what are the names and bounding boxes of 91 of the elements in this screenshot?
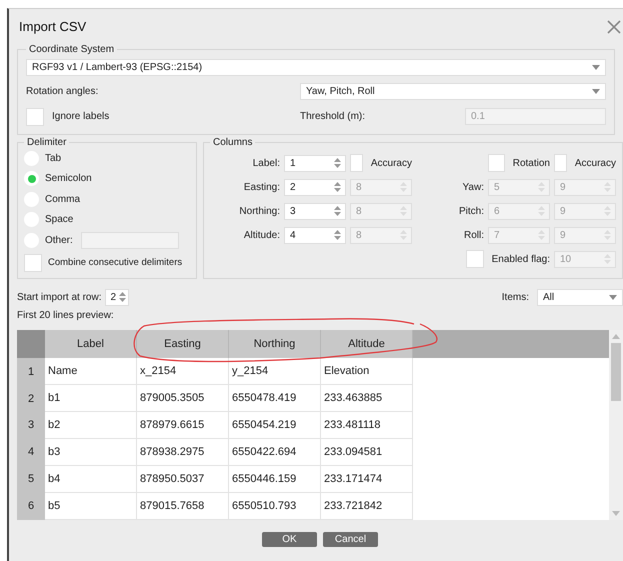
rotation-field-label: Roll: (462, 230, 484, 240)
table-cell: Name (45, 358, 137, 386)
table-cell: 233.721842 (321, 492, 413, 520)
rotation-angles-dropdown[interactable]: Yaw, Pitch, Roll (300, 83, 606, 100)
table-cell: 878979.6615 (137, 412, 229, 439)
table-cell: 879015.7658 (137, 492, 229, 520)
column-spinbox[interactable]: 1 (284, 154, 346, 172)
dialog-button[interactable]: OK (262, 532, 317, 546)
table-cell: b1 (45, 385, 137, 412)
accuracy-label: Accuracy (370, 158, 412, 168)
scroll-up-icon[interactable] (612, 334, 620, 338)
spinner-arrows-icon[interactable] (334, 206, 341, 216)
caret-icon (592, 89, 600, 94)
column-header[interactable]: Altitude (321, 330, 413, 358)
radio-label: Tab (45, 152, 62, 164)
table-cell: b2 (45, 412, 137, 439)
spinner-arrows-icon[interactable] (334, 158, 341, 168)
table-cell: Elevation (321, 358, 413, 386)
table-cell: 233.463885 (321, 385, 413, 412)
ignore-labels-checkbox[interactable] (26, 108, 44, 126)
close-icon[interactable] (607, 20, 621, 34)
column-header[interactable]: Northing (229, 330, 321, 358)
row-number: 3 (17, 412, 45, 439)
table-cell: b3 (45, 438, 137, 466)
combine-label: Combine consecutive delimiters (48, 257, 182, 268)
start-row-spinbox[interactable]: 2 (105, 288, 130, 306)
table-cell: b5 (45, 492, 137, 520)
rotation-angles-label: Rotation angles: (26, 86, 98, 97)
table-corner (17, 330, 45, 358)
items-dropdown[interactable]: All (537, 288, 623, 306)
column-label: Label: (252, 158, 280, 168)
table-cell: 6550478.419 (229, 385, 321, 412)
radio-label: Semicolon (45, 173, 92, 184)
accuracy-checkbox[interactable] (350, 154, 363, 172)
spinner-arrows-icon[interactable] (334, 182, 341, 192)
dialog-button[interactable]: Cancel (323, 532, 378, 546)
caret-icon (592, 65, 600, 70)
row-number: 5 (17, 466, 45, 493)
group-title: Delimiter (26, 137, 68, 148)
spinner-arrows-icon[interactable] (334, 230, 341, 240)
items-label: Items: (502, 292, 529, 302)
table-cell: 233.094581 (321, 438, 413, 466)
group-title: Columns (212, 137, 254, 148)
group-title: Coordinate System (28, 44, 116, 55)
column-header[interactable]: Easting (137, 330, 229, 358)
column-spinbox[interactable]: 4 (284, 226, 346, 244)
table-cell: 6550454.219 (229, 412, 321, 439)
table-cell: 233.171474 (321, 466, 413, 493)
rotation-field-label: Yaw: (462, 182, 484, 192)
table-cell: 878938.2975 (137, 438, 229, 466)
column-label: Northing: (238, 206, 280, 216)
table-cell: 879005.3505 (137, 385, 229, 412)
table-cell: 6550422.694 (229, 438, 321, 466)
enabled-flag-checkbox[interactable] (466, 250, 484, 268)
ignore-labels-label: Ignore labels (52, 111, 110, 122)
rotation-label: Rotation (512, 158, 550, 168)
radio-label: Other: (45, 234, 73, 246)
rotation-field-label: Pitch: (458, 206, 484, 216)
table-cell: y_2154 (229, 358, 321, 386)
caret-icon (609, 294, 617, 300)
table-cell: 6550446.159 (229, 466, 321, 493)
start-row-label: Start import at row: (17, 292, 102, 302)
radio-button[interactable] (24, 171, 39, 186)
column-spinbox[interactable]: 2 (284, 178, 346, 196)
row-number: 6 (17, 492, 45, 520)
column-spinbox[interactable]: 3 (284, 202, 346, 220)
table-cell: 233.481118 (321, 412, 413, 439)
threshold-label: Threshold (m): (300, 111, 366, 122)
coordinate-system-dropdown[interactable]: RGF93 v1 / Lambert-93 (EPSG::2154) (26, 59, 606, 76)
table-cell: x_2154 (137, 358, 229, 386)
row-number: 2 (17, 385, 45, 412)
accuracy-checkbox[interactable] (554, 154, 567, 172)
accuracy-label: Accuracy (574, 158, 616, 168)
preview-label: First 20 lines preview: (17, 310, 114, 320)
radio-label: Comma (45, 194, 80, 205)
table-cell: 878950.5037 (137, 466, 229, 493)
rotation-checkbox[interactable] (488, 154, 505, 172)
column-label: Altitude: (242, 230, 280, 240)
row-number: 1 (17, 358, 45, 386)
column-header[interactable]: Label (45, 330, 137, 358)
scroll-down-icon[interactable] (612, 510, 620, 516)
scrollbar-thumb[interactable] (611, 342, 621, 400)
table-cell: 6550510.793 (229, 492, 321, 520)
enabled-flag-label: Enabled flag: (492, 254, 550, 264)
spinner-arrows-icon[interactable] (119, 292, 126, 302)
row-number: 4 (17, 438, 45, 466)
column-label: Easting: (242, 182, 280, 192)
radio-label: Space (45, 214, 74, 226)
combine-checkbox[interactable] (24, 254, 42, 272)
table-cell: b4 (45, 466, 137, 493)
window-title: Import CSV (19, 19, 86, 34)
